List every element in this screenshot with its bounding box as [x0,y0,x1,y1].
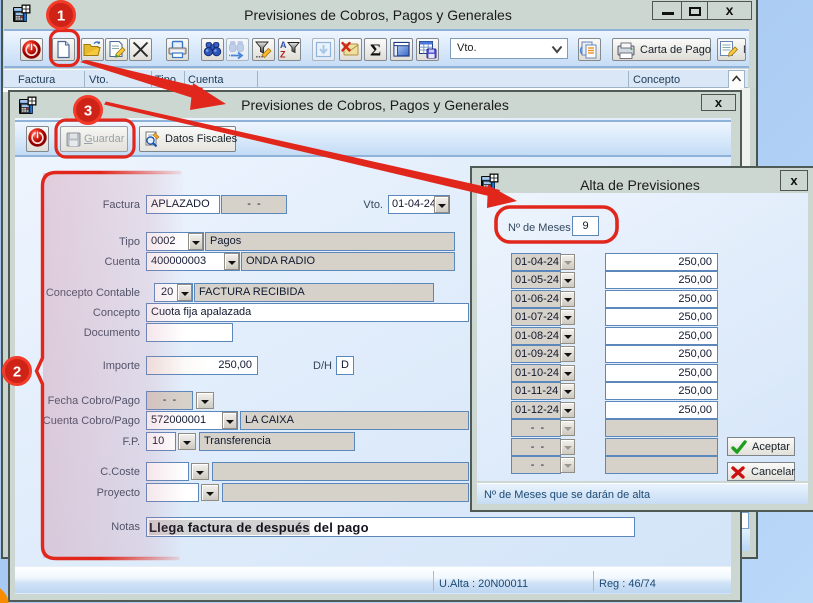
svg-text:Z: Z [280,50,286,60]
svg-text:A: A [280,40,287,50]
svg-text:Σ: Σ [370,41,381,60]
